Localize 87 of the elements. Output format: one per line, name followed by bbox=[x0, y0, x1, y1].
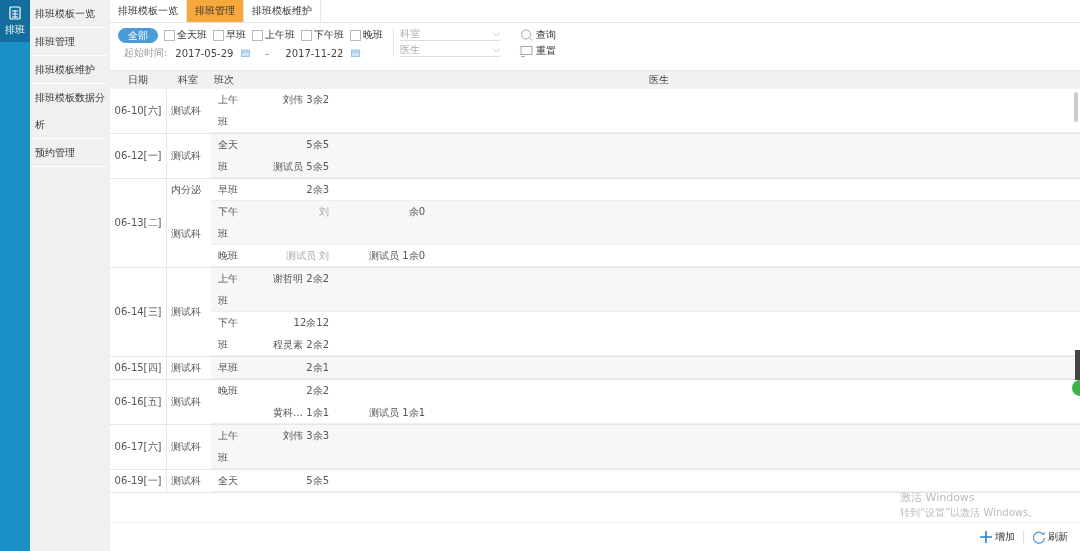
select-placeholder: 科室 bbox=[400, 27, 420, 41]
sidebar-item[interactable]: 排班模板一览 bbox=[30, 0, 107, 28]
search-icon bbox=[520, 29, 533, 41]
activation-title: 激活 Windows bbox=[900, 490, 976, 505]
checkbox[interactable] bbox=[301, 29, 312, 41]
shift-cell: 全天班 bbox=[218, 139, 238, 172]
shift-cell: 上午班 bbox=[218, 94, 238, 127]
search-button[interactable]: 查询 bbox=[520, 28, 556, 42]
doctor-entry: 测试员 刘 bbox=[285, 250, 329, 261]
calendar-icon bbox=[241, 49, 251, 57]
department-cell-text: 测试科 bbox=[170, 361, 202, 375]
sidebar-item[interactable]: 排班管理 bbox=[30, 28, 107, 56]
shift-cell: 晚班 bbox=[218, 385, 238, 396]
doctor-entry: 2余3 bbox=[306, 184, 329, 195]
department-cell-text: 测试科 bbox=[170, 149, 202, 163]
column-header: 日期 bbox=[127, 73, 149, 87]
caret-icon bbox=[493, 47, 500, 53]
date-cell: 06-19[一] bbox=[110, 470, 167, 492]
department-cell-text: 测试科 bbox=[170, 474, 202, 488]
checkbox[interactable] bbox=[164, 29, 175, 41]
department-cell-text: 内分泌 bbox=[170, 183, 202, 197]
department-cell-text: 测试科 bbox=[170, 395, 202, 409]
doctor-entry: 5余5 bbox=[306, 139, 329, 150]
doctor-entry: 5余5 bbox=[306, 475, 329, 486]
date-cell: 06-14[三] bbox=[110, 268, 167, 356]
refresh-icon bbox=[1032, 530, 1046, 544]
add-button[interactable]: 增加 bbox=[979, 530, 1015, 544]
shift-cell: 早班 bbox=[218, 362, 238, 373]
checkbox[interactable] bbox=[350, 29, 361, 41]
column-header: 班次 bbox=[213, 73, 235, 87]
doctor-entry: 测试员 5余5 bbox=[273, 161, 329, 172]
date-separator: – bbox=[263, 47, 271, 59]
doctor-entry: 刘伟 3余3 bbox=[283, 430, 329, 441]
date-cell: 06-17[六] bbox=[110, 425, 167, 469]
doctor-entry: 刘 bbox=[319, 206, 329, 217]
checkbox[interactable] bbox=[252, 29, 263, 41]
date-label: 起始时间: bbox=[124, 46, 168, 60]
doctor-entry: 2余2 bbox=[306, 385, 329, 396]
shift-cell: 早班 bbox=[218, 184, 238, 195]
department-cell-text: 测试科 bbox=[170, 305, 202, 319]
checkbox[interactable] bbox=[213, 29, 224, 41]
shift-cell: 上午班 bbox=[218, 430, 238, 463]
doctor-entry: 12余12 bbox=[293, 317, 329, 328]
doctor-entry: 测试员 1余1 bbox=[369, 407, 425, 418]
column-header: 医生 bbox=[648, 73, 670, 87]
department-cell-text: 测试科 bbox=[170, 104, 202, 118]
checkbox-label[interactable]: 晚班 bbox=[363, 28, 383, 42]
shift-cell: 下午班 bbox=[218, 206, 238, 239]
shift-cell: 晚班 bbox=[218, 250, 238, 261]
checkbox-label[interactable]: 下午班 bbox=[314, 28, 344, 42]
sidebar-item[interactable]: 预约管理 bbox=[30, 139, 107, 167]
doctor-entry: 余0 bbox=[408, 206, 425, 217]
doctor-entry: 谢哲明 2余2 bbox=[273, 273, 329, 284]
date-cell: 06-16[五] bbox=[110, 380, 167, 424]
doctor-entry: 程灵素 2余2 bbox=[273, 339, 329, 350]
shift-cell: 全天 bbox=[218, 475, 238, 486]
department-cell-text: 测试科 bbox=[170, 440, 202, 454]
caret-icon bbox=[493, 31, 500, 37]
reset-button[interactable]: 重置 bbox=[520, 44, 556, 58]
date-cell: 06-13[二] bbox=[110, 179, 167, 267]
sheet-icon bbox=[9, 5, 21, 20]
rail-home-button[interactable]: 排班 bbox=[0, 0, 30, 42]
date-cell: 06-12[一] bbox=[110, 134, 167, 178]
date-cell: 06-15[四] bbox=[110, 357, 167, 379]
date-cell: 06-10[六] bbox=[110, 89, 167, 133]
doctor-entry: 测试员 1余0 bbox=[369, 250, 425, 261]
refresh-button[interactable]: 刷新 bbox=[1032, 530, 1068, 544]
end-date-field[interactable]: 2017-11-22 bbox=[283, 47, 346, 59]
scrollbar-thumb[interactable] bbox=[1074, 92, 1078, 122]
doctor-entry: 2余1 bbox=[306, 362, 329, 373]
doctor-entry: 黄科… 1余1 bbox=[273, 407, 329, 418]
checkbox-label[interactable]: 全天班 bbox=[177, 28, 207, 42]
rectangle-icon bbox=[520, 45, 533, 57]
shift-cell: 上午班 bbox=[218, 273, 238, 306]
tab[interactable]: 排班管理 bbox=[187, 0, 244, 22]
sidebar-item[interactable]: 排班模板维护 bbox=[30, 56, 107, 84]
select-placeholder: 医生 bbox=[400, 43, 420, 57]
column-header: 科室 bbox=[177, 73, 199, 87]
department-cell-text: 测试科 bbox=[170, 227, 202, 241]
checkbox-label[interactable]: 上午班 bbox=[265, 28, 295, 42]
calendar-icon bbox=[351, 49, 361, 57]
sidebar-item[interactable]: 排班模板数据分析 bbox=[30, 84, 107, 139]
plus-icon bbox=[979, 530, 993, 544]
doctor-entry: 刘伟 3余2 bbox=[283, 94, 329, 105]
shift-cell: 下午班 bbox=[218, 317, 238, 350]
start-date-field[interactable]: 2017-05-29 bbox=[173, 47, 236, 59]
checkbox-label[interactable]: 早班 bbox=[226, 28, 246, 42]
